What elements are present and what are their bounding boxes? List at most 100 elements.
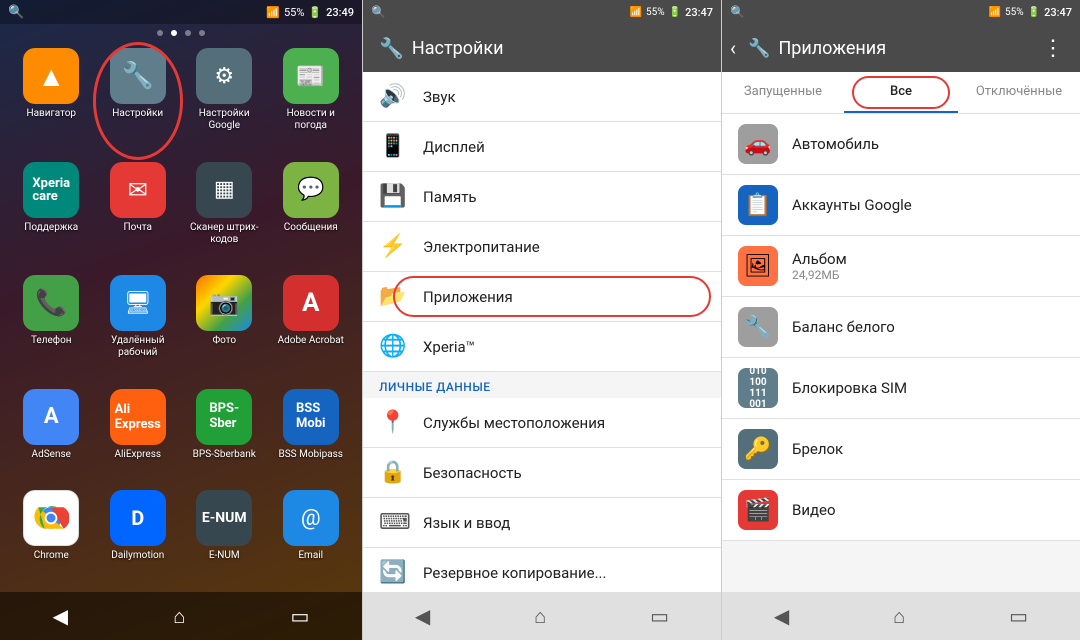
p3-recents-button[interactable]: ▭: [1001, 596, 1036, 636]
settings-item-xperia[interactable]: 🌐 Xperia™: [363, 322, 721, 372]
settings-item-backup[interactable]: 🔄 Резервное копирование...: [363, 548, 721, 592]
app-email[interactable]: @ Email: [272, 490, 351, 584]
app-support[interactable]: Xperiacare Поддержка: [12, 162, 91, 268]
support-label: Поддержка: [24, 222, 78, 234]
navigator-icon: ▲: [23, 48, 79, 104]
p2-back-button[interactable]: ◀: [407, 596, 438, 636]
settings-item-display[interactable]: 📱 Дисплей: [363, 122, 721, 172]
tab-all[interactable]: Все: [844, 72, 958, 113]
tab-running[interactable]: Запущенные: [722, 72, 844, 113]
status-bar-settings: 🔍 📶 55% 🔋 23:47: [363, 0, 721, 24]
settings-item-apps[interactable]: 📂 Приложения: [363, 272, 721, 322]
apps-list: 🚗 Автомобиль 📋 Аккаунты Google 🖼 Альбом …: [722, 114, 1080, 592]
settings-item-sound[interactable]: 🔊 Звук: [363, 72, 721, 122]
apps-back-button[interactable]: ‹: [726, 32, 740, 64]
display-icon: 📱: [379, 134, 407, 159]
video-icon: 🎬: [738, 490, 778, 530]
keychain-icon: 🔑: [738, 429, 778, 469]
sound-icon: 🔊: [379, 84, 407, 109]
status-right-p2: 📶 55% 🔋 23:47: [630, 6, 713, 19]
list-item-auto[interactable]: 🚗 Автомобиль: [722, 114, 1080, 175]
home-button[interactable]: ⌂: [165, 596, 193, 637]
ali-icon: AliExpress: [110, 389, 166, 445]
enum-icon: E-NUM: [196, 490, 252, 546]
tab-disabled[interactable]: Отключённые: [958, 72, 1080, 113]
settings-google-label: Настройки Google: [185, 108, 264, 132]
app-daily[interactable]: D Dailymotion: [99, 490, 178, 584]
recents-button[interactable]: ▭: [282, 596, 317, 636]
app-phone[interactable]: 📞 Телефон: [12, 275, 91, 381]
messages-icon: 💬: [283, 162, 339, 218]
status-bar-home: 🔍 📶 55% 🔋 23:49: [0, 0, 362, 24]
back-button[interactable]: ◀: [45, 596, 76, 636]
p2-recents-button[interactable]: ▭: [642, 596, 677, 636]
status-right-p3: 📶 55% 🔋 23:47: [989, 6, 1072, 19]
app-settings-google[interactable]: ⚙ Настройки Google: [185, 48, 264, 154]
apps-tabs: Запущенные Все Отключённые: [722, 72, 1080, 114]
p3-back-button[interactable]: ◀: [766, 596, 797, 636]
keychain-info: Брелок: [792, 440, 1064, 458]
app-messages[interactable]: 💬 Сообщения: [272, 162, 351, 268]
settings-item-location[interactable]: 📍 Службы местоположения: [363, 398, 721, 448]
acrobat-icon: A: [283, 275, 339, 331]
settings-google-icon: ⚙: [196, 48, 252, 104]
apps-header: ‹ 🔧 Приложения ⋮: [722, 24, 1080, 72]
phone-label: Телефон: [31, 335, 72, 347]
daily-label: Dailymotion: [111, 550, 164, 562]
google-accounts-info: Аккаунты Google: [792, 196, 1064, 214]
app-acrobat[interactable]: A Adobe Acrobat: [272, 275, 351, 381]
sim-lock-name: Блокировка SIM: [792, 379, 1064, 397]
location-icon: 📍: [379, 410, 407, 435]
settings-label: Настройки: [112, 108, 163, 120]
adsense-icon: A: [23, 389, 79, 445]
app-news[interactable]: 📰 Новости и погода: [272, 48, 351, 154]
app-navigator[interactable]: ▲ Навигатор: [12, 48, 91, 154]
p2-home-button[interactable]: ⌂: [526, 596, 554, 637]
p3-time: 23:47: [1044, 6, 1072, 19]
list-item-album[interactable]: 🖼 Альбом 24,92МБ: [722, 236, 1080, 297]
app-settings[interactable]: 🔧 Настройки: [99, 48, 178, 154]
adsense-label: AdSense: [32, 449, 71, 461]
app-remote[interactable]: 🖥 Удалённый рабочий: [99, 275, 178, 381]
app-enum[interactable]: E-NUM E-NUM: [185, 490, 264, 584]
settings-title: Настройки: [412, 38, 504, 59]
app-scanner[interactable]: ▦ Сканер штрих-кодов: [185, 162, 264, 268]
google-accounts-name: Аккаунты Google: [792, 196, 1064, 214]
list-item-white-balance[interactable]: 🔧 Баланс белого: [722, 297, 1080, 358]
sound-label: Звук: [423, 88, 456, 106]
app-grid: ▲ Навигатор 🔧 Настройки ⚙ Настройки Goog…: [0, 40, 362, 592]
auto-info: Автомобиль: [792, 135, 1064, 153]
bottom-nav-home: ◀ ⌂ ▭: [0, 592, 362, 640]
list-item-keychain[interactable]: 🔑 Брелок: [722, 419, 1080, 480]
app-photo[interactable]: 📷 Фото: [185, 275, 264, 381]
memory-icon: 💾: [379, 184, 407, 209]
p3-home-button[interactable]: ⌂: [885, 596, 913, 637]
app-sber[interactable]: BPS-Sber BPS-Sberbank: [185, 389, 264, 483]
news-label: Новости и погода: [272, 108, 351, 132]
white-balance-name: Баланс белого: [792, 318, 1064, 336]
acrobat-label: Adobe Acrobat: [278, 335, 344, 347]
settings-screen: 🔍 📶 55% 🔋 23:47 🔧 Настройки 🔊 Звук 📱 Дис…: [362, 0, 721, 640]
apps-more-button[interactable]: ⋮: [1034, 32, 1072, 65]
settings-item-language[interactable]: ⌨ Язык и ввод: [363, 498, 721, 548]
apps-header-icon: 🔧: [748, 38, 770, 59]
app-chrome[interactable]: Chrome: [12, 490, 91, 584]
list-item-video[interactable]: 🎬 Видео: [722, 480, 1080, 541]
list-item-sim-lock[interactable]: 010100111001 Блокировка SIM: [722, 358, 1080, 419]
album-info: Альбом 24,92МБ: [792, 250, 1064, 282]
messages-label: Сообщения: [284, 222, 338, 234]
app-mail[interactable]: ✉ Почта: [99, 162, 178, 268]
app-ali[interactable]: AliExpress AliExpress: [99, 389, 178, 483]
app-adsense[interactable]: A AdSense: [12, 389, 91, 483]
list-item-google-accounts[interactable]: 📋 Аккаунты Google: [722, 175, 1080, 236]
settings-item-security[interactable]: 🔒 Безопасность: [363, 448, 721, 498]
status-bar-apps: 🔍 📶 55% 🔋 23:47: [722, 0, 1080, 24]
auto-icon: 🚗: [738, 124, 778, 164]
settings-item-power[interactable]: ⚡ Электропитание: [363, 222, 721, 272]
enum-label: E-NUM: [209, 550, 240, 562]
home-screen: 🔍 📶 55% 🔋 23:49 ▲ Навигатор 🔧 Настройки: [0, 0, 362, 640]
app-bss[interactable]: BSSMobi BSS Mobipass: [272, 389, 351, 483]
settings-item-memory[interactable]: 💾 Память: [363, 172, 721, 222]
xperia-label: Xperia™: [423, 338, 475, 356]
email-icon: @: [283, 490, 339, 546]
